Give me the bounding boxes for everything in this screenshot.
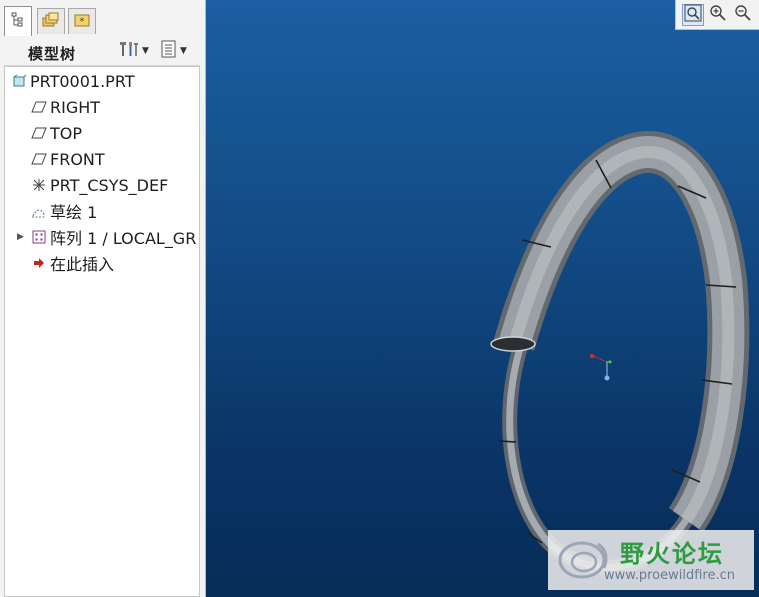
tree-item-right-plane[interactable]: RIGHT xyxy=(31,95,199,119)
favorites-tab[interactable]: * xyxy=(68,8,96,34)
insert-here-arrow-icon xyxy=(31,255,47,271)
zoom-out-button[interactable] xyxy=(732,4,754,26)
tree-item-label: PRT_CSYS_DEF xyxy=(50,175,169,195)
tree-item-csys[interactable]: PRT_CSYS_DEF xyxy=(31,173,199,197)
tree-item-label: 阵列 1 / LOCAL_GR xyxy=(50,229,197,248)
zoom-in-button[interactable] xyxy=(707,4,729,26)
datum-plane-icon xyxy=(31,151,47,167)
tree-item-label: FRONT xyxy=(50,149,105,169)
folder-browser-tab[interactable] xyxy=(37,8,65,34)
sketch-icon xyxy=(31,203,47,219)
tree-columns-dropdown-button[interactable]: ▼ xyxy=(160,40,187,62)
tree-item-label: 在此插入 xyxy=(50,255,115,274)
tree-item-label: PRT0001.PRT xyxy=(30,71,135,91)
pattern-icon xyxy=(31,229,47,245)
tree-item-top-plane[interactable]: TOP xyxy=(31,121,199,145)
watermark-title: 野火论坛 xyxy=(620,540,724,568)
expand-arrow-icon[interactable]: ▶ xyxy=(17,232,24,242)
tree-item-pattern[interactable]: ▶ 阵列 1 / LOCAL_GR xyxy=(17,225,199,249)
model-tree-tab[interactable] xyxy=(4,6,32,36)
tree-item-insert-here[interactable]: 在此插入 xyxy=(31,251,199,275)
coordinate-triad xyxy=(590,354,612,381)
model-tree-header: 模型树 ▼ ▼ xyxy=(4,36,200,66)
model-scene xyxy=(490,131,750,575)
datum-plane-icon xyxy=(31,99,47,115)
show-columns-icon xyxy=(160,40,178,62)
tree-item-part[interactable]: PRT0001.PRT xyxy=(11,69,199,93)
tree-item-label: 草绘 1 xyxy=(50,203,98,222)
folder-icon xyxy=(42,12,60,32)
panel-title: 模型树 xyxy=(28,45,77,63)
refit-icon xyxy=(684,4,702,26)
tree-item-sketch[interactable]: 草绘 1 xyxy=(31,199,199,223)
model-tree: PRT0001.PRT RIGHT TOP FRONT PRT_CSYS_DEF… xyxy=(4,66,200,597)
graphics-viewport[interactable]: 野火论坛 www.proewildfire.cn xyxy=(206,0,759,597)
refit-button[interactable] xyxy=(681,3,704,26)
ring-model[interactable] xyxy=(490,131,750,575)
model-tree-icon xyxy=(11,12,25,32)
datum-plane-icon xyxy=(31,125,47,141)
tree-item-front-plane[interactable]: FRONT xyxy=(31,147,199,171)
tree-item-label: TOP xyxy=(50,123,83,143)
tree-item-label: RIGHT xyxy=(50,97,101,117)
svg-text:*: * xyxy=(80,17,85,27)
zoom-in-icon xyxy=(709,4,727,26)
watermark-url: www.proewildfire.cn xyxy=(604,568,735,583)
model-tree-panel: * 模型树 ▼ ▼ PRT0001.PRT RIGHT TOP FRONT PR… xyxy=(0,0,206,597)
chevron-down-icon: ▼ xyxy=(142,46,149,56)
settings-tools-icon xyxy=(118,40,140,62)
zoom-out-icon xyxy=(734,4,752,26)
favorites-icon: * xyxy=(73,12,91,32)
part-icon xyxy=(11,73,27,89)
chevron-down-icon: ▼ xyxy=(180,46,187,56)
settings-dropdown-button[interactable]: ▼ xyxy=(118,41,149,61)
coordinate-system-icon xyxy=(31,177,47,193)
forum-watermark: 野火论坛 www.proewildfire.cn xyxy=(548,530,754,590)
view-toolbar xyxy=(675,0,759,30)
